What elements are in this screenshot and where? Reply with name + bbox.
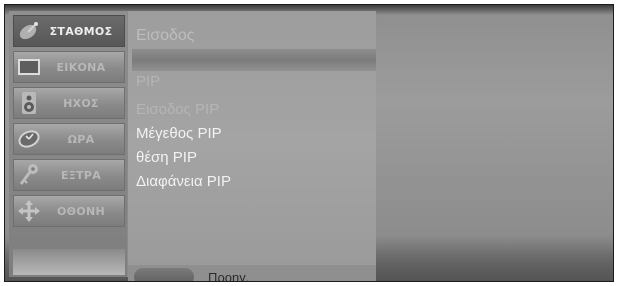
menu-item-pip-input[interactable]: Εισοδος PIP xyxy=(136,101,219,118)
sidebar-item-label: ΗΧΟΣ xyxy=(63,96,99,110)
clock-icon xyxy=(14,124,44,154)
menu-item-pip[interactable]: PIP xyxy=(136,73,160,90)
sidebar-item-sound[interactable]: ΗΧΟΣ xyxy=(13,87,125,119)
menu-item-pip-position[interactable]: θέση PIP xyxy=(136,149,197,166)
sidebar-item-label: ΣΤΑΘΜΟΣ xyxy=(49,24,113,38)
panel-title: Εισοδος xyxy=(136,27,195,44)
previous-label: Προηγ. xyxy=(208,269,250,282)
key-icon xyxy=(14,160,44,190)
tv-osd-screen: ΣΤΑΘΜΟΣ ΕΙΚΟΝΑ ΗΧΟΣ ΩΡΑ ΕΞΤΡΑ ΟΘΟΝΗ Εισο… xyxy=(4,4,614,282)
sidebar-item-label: ΕΙΚΟΝΑ xyxy=(56,60,106,74)
sidebar-item-label: ΕΞΤΡΑ xyxy=(60,168,102,182)
sidebar-item-label: ΟΘΟΝΗ xyxy=(57,204,105,218)
menu-item-pip-transparency[interactable]: Διαφάνεια PIP xyxy=(136,173,231,190)
speaker-icon xyxy=(14,88,44,118)
satellite-dish-icon xyxy=(14,16,44,46)
picture-screen-icon xyxy=(14,52,44,82)
sidebar-item-picture[interactable]: ΕΙΚΟΝΑ xyxy=(13,51,125,83)
sidebar-item-extra[interactable]: ΕΞΤΡΑ xyxy=(13,159,125,191)
sidebar-item-screen[interactable]: ΟΘΟΝΗ xyxy=(13,195,125,227)
sidebar-item-station[interactable]: ΣΤΑΘΜΟΣ xyxy=(13,15,125,47)
previous-button[interactable] xyxy=(134,268,194,281)
panel-footer: Προηγ. xyxy=(128,265,376,282)
sidebar-menu: ΣΤΑΘΜΟΣ ΕΙΚΟΝΑ ΗΧΟΣ ΩΡΑ ΕΞΤΡΑ ΟΘΟΝΗ xyxy=(9,11,127,277)
sidebar-item-label: ΩΡΑ xyxy=(67,132,95,146)
sidebar-footer xyxy=(13,249,125,275)
selection-highlight xyxy=(132,49,376,71)
submenu-panel: Εισοδος PIP Εισοδος PIP Μέγεθος PIP θέση… xyxy=(127,11,376,281)
screen-move-icon xyxy=(14,196,44,226)
sidebar-item-time[interactable]: ΩΡΑ xyxy=(13,123,125,155)
menu-item-pip-size[interactable]: Μέγεθος PIP xyxy=(136,125,222,142)
